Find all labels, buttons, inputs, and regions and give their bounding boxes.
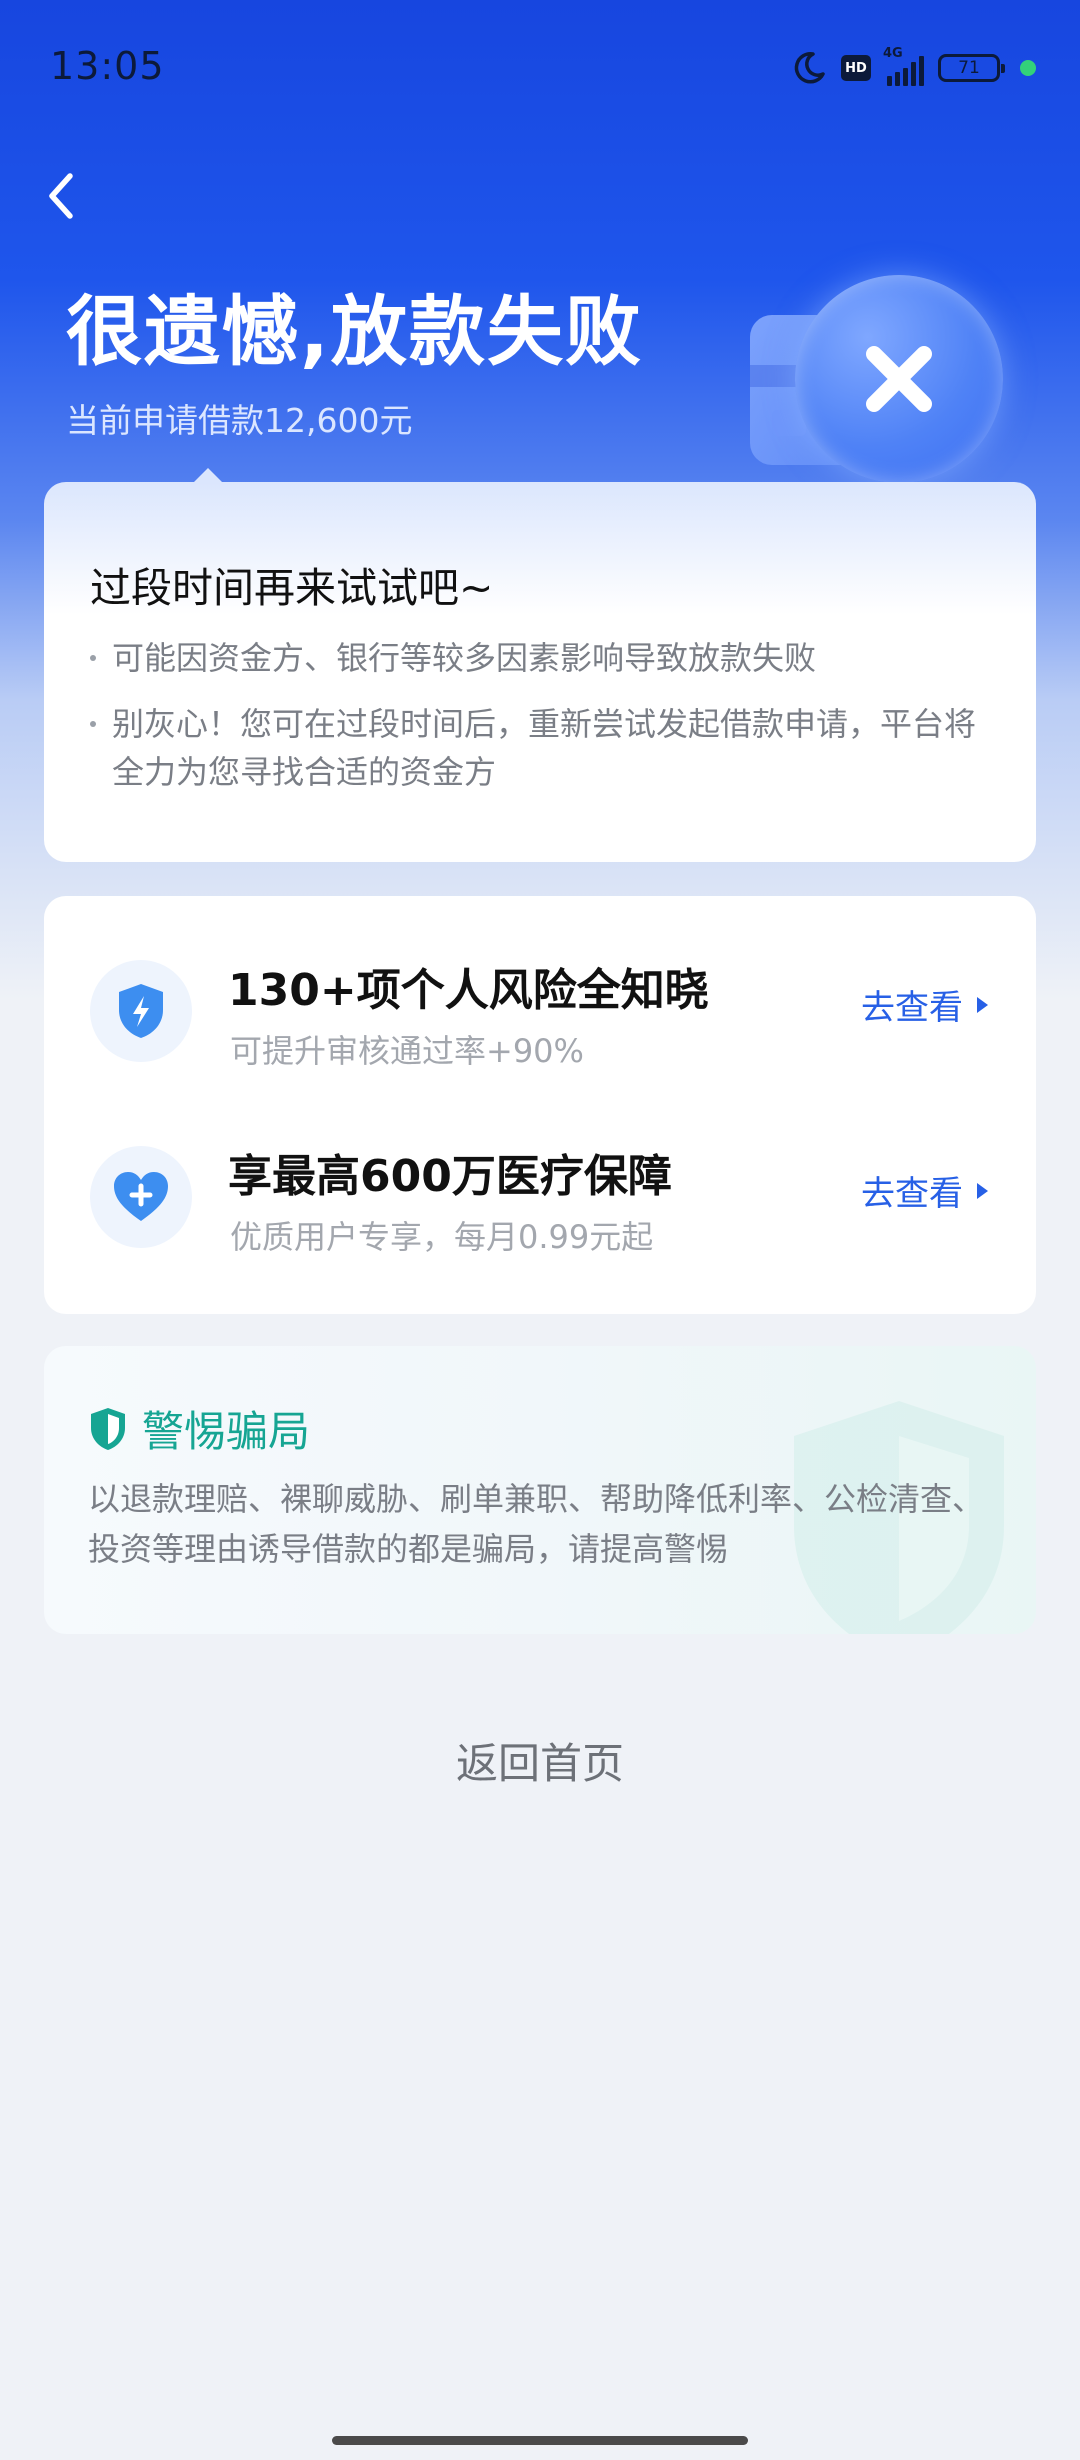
hd-icon: HD <box>841 55 871 81</box>
failure-illustration <box>745 275 1005 495</box>
home-indicator[interactable] <box>332 2436 748 2445</box>
battery-icon: 71 <box>938 54 1005 82</box>
service-item-risk[interactable]: 130+项个人风险全知晓 可提升审核通过率+90% 去查看 <box>44 936 1036 1086</box>
loan-amount-subtitle: 当前申请借款12,600元 <box>66 401 413 440</box>
failure-x-icon <box>795 275 1003 483</box>
shield-check-icon <box>91 1407 125 1450</box>
service-subtitle: 可提升审核通过率+90% <box>230 1032 584 1070</box>
fraud-text: 以退款理赔、裸聊威胁、刷单兼职、帮助降低利率、公检清查、投资等理由诱导借款的都是… <box>88 1480 985 1568</box>
network-type: 4G <box>883 46 903 61</box>
moon-icon <box>794 52 825 84</box>
view-link-label: 去查看 <box>861 988 963 1028</box>
signal-icon: 4G <box>883 46 924 86</box>
fraud-warning-card: 警惕骗局 以退款理赔、裸聊威胁、刷单兼职、帮助降低利率、公检清查、投资等理由诱导… <box>44 1346 1036 1634</box>
service-title: 享最高600万医疗保障 <box>228 1151 672 1202</box>
return-home-button[interactable]: 返回首页 <box>390 1730 690 1790</box>
fraud-header: 警惕骗局 <box>88 1398 310 1459</box>
view-risk-link[interactable]: 去查看 <box>861 980 988 1029</box>
services-card: 130+项个人风险全知晓 可提升审核通过率+90% 去查看 享最高600万医疗保… <box>44 896 1036 1314</box>
service-title: 130+项个人风险全知晓 <box>228 965 709 1016</box>
view-link-label: 去查看 <box>861 1174 963 1214</box>
loan-failed-screen: 13:05 HD 4G 71 很遗憾,放款失败 当前申请借款12,600元 过段… <box>0 0 1080 2460</box>
heart-plus-icon <box>90 1146 192 1248</box>
lightning-shield-icon <box>90 960 192 1062</box>
status-time: 13:05 <box>50 44 165 88</box>
service-subtitle: 优质用户专享，每月0.99元起 <box>230 1218 654 1256</box>
play-arrow-icon <box>977 996 988 1013</box>
service-item-medical[interactable]: 享最高600万医疗保障 优质用户专享，每月0.99元起 去查看 <box>44 1122 1036 1272</box>
retry-tip-card: 过段时间再来试试吧~ 可能因资金方、银行等较多因素影响导致放款失败 别灰心！您可… <box>44 468 1036 862</box>
status-bar: 13:05 HD 4G 71 <box>0 0 1080 140</box>
status-icons: HD 4G 71 <box>791 46 1036 86</box>
tip-title: 过段时间再来试试吧~ <box>90 564 494 612</box>
page-title: 很遗憾,放款失败 <box>66 287 643 376</box>
tip-line: 别灰心！您可在过段时间后，重新尝试发起借款申请，平台将全力为您寻找合适的资金方 <box>90 700 990 796</box>
privacy-indicator-icon <box>1020 60 1036 76</box>
play-arrow-icon <box>977 1182 988 1199</box>
view-medical-link[interactable]: 去查看 <box>861 1166 988 1215</box>
fraud-title: 警惕骗局 <box>142 1407 311 1456</box>
tip-line: 可能因资金方、银行等较多因素影响导致放款失败 <box>90 634 990 682</box>
battery-level: 71 <box>958 58 980 78</box>
back-arrow-icon[interactable] <box>40 168 84 224</box>
